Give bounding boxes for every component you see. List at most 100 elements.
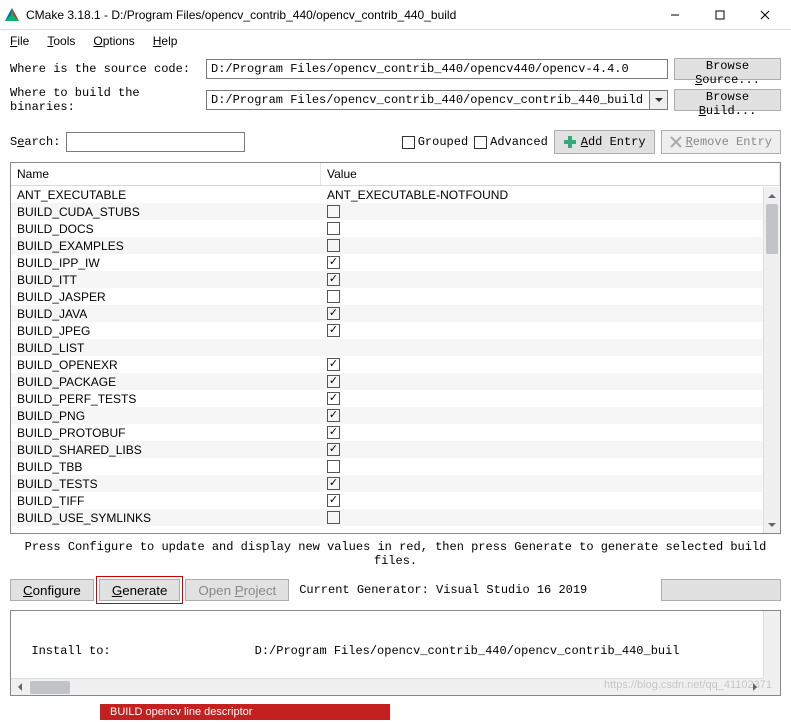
checkbox-icon[interactable] — [327, 426, 340, 439]
checkbox-icon[interactable] — [327, 443, 340, 456]
cell-name: BUILD_SHARED_LIBS — [11, 443, 321, 457]
cell-value[interactable] — [321, 392, 780, 405]
add-entry-button[interactable]: Add Entry — [554, 130, 655, 154]
cell-value[interactable] — [321, 511, 780, 524]
cell-value[interactable] — [321, 358, 780, 371]
maximize-button[interactable] — [697, 1, 742, 29]
cell-value[interactable]: ANT_EXECUTABLE-NOTFOUND — [321, 188, 780, 202]
advanced-label: Advanced — [490, 135, 548, 149]
checkbox-icon[interactable] — [327, 392, 340, 405]
cell-name: BUILD_USE_SYMLINKS — [11, 511, 321, 525]
checkbox-icon[interactable] — [327, 273, 340, 286]
cache-table: Name Value ANT_EXECUTABLEANT_EXECUTABLE-… — [10, 162, 781, 534]
table-row[interactable]: BUILD_TESTS — [11, 475, 780, 492]
menu-tools[interactable]: Tools — [47, 34, 75, 48]
grouped-checkbox[interactable]: Grouped — [402, 135, 468, 149]
checkbox-icon[interactable] — [327, 205, 340, 218]
scroll-thumb[interactable] — [30, 681, 70, 694]
cell-value[interactable] — [321, 307, 780, 320]
cell-value[interactable] — [321, 477, 780, 490]
menu-help[interactable]: Help — [153, 34, 178, 48]
cell-name: BUILD_EXAMPLES — [11, 239, 321, 253]
cell-value[interactable] — [321, 494, 780, 507]
close-button[interactable] — [742, 1, 787, 29]
scroll-up-arrow[interactable] — [764, 187, 780, 204]
checkbox-icon[interactable] — [327, 239, 340, 252]
checkbox-icon[interactable] — [327, 307, 340, 320]
cell-value[interactable] — [321, 222, 780, 235]
scroll-thumb[interactable] — [766, 204, 778, 254]
remove-entry-button[interactable]: Remove Entry — [661, 130, 781, 154]
checkbox-icon[interactable] — [327, 477, 340, 490]
table-row[interactable]: BUILD_PNG — [11, 407, 780, 424]
table-row[interactable]: BUILD_JPEG — [11, 322, 780, 339]
cell-name: BUILD_TESTS — [11, 477, 321, 491]
table-row[interactable]: BUILD_EXAMPLES — [11, 237, 780, 254]
chevron-down-icon — [655, 96, 663, 104]
cell-value[interactable] — [321, 239, 780, 252]
checkbox-icon[interactable] — [327, 511, 340, 524]
table-row[interactable]: BUILD_SHARED_LIBS — [11, 441, 780, 458]
vertical-scrollbar[interactable] — [763, 187, 780, 533]
table-row[interactable]: BUILD_PACKAGE — [11, 373, 780, 390]
search-input[interactable] — [66, 132, 245, 152]
cell-value[interactable] — [321, 256, 780, 269]
table-row[interactable]: BUILD_OPENEXR — [11, 356, 780, 373]
blank-button[interactable] — [661, 579, 781, 601]
bottom-red-item: BUILD opencv line descriptor — [100, 704, 390, 720]
configure-button[interactable]: Configure — [10, 579, 94, 601]
cell-name: BUILD_TBB — [11, 460, 321, 474]
cell-value[interactable] — [321, 409, 780, 422]
table-row[interactable]: BUILD_CUDA_STUBS — [11, 203, 780, 220]
table-row[interactable]: ANT_EXECUTABLEANT_EXECUTABLE-NOTFOUND — [11, 186, 780, 203]
checkbox-icon[interactable] — [327, 290, 340, 303]
browse-source-button[interactable]: Browse Source... — [674, 58, 781, 80]
cell-value[interactable] — [321, 205, 780, 218]
table-row[interactable]: BUILD_IPP_IW — [11, 254, 780, 271]
cell-value[interactable] — [321, 324, 780, 337]
table-row[interactable]: BUILD_USE_SYMLINKS — [11, 509, 780, 526]
checkbox-icon[interactable] — [327, 222, 340, 235]
table-row[interactable]: BUILD_LIST — [11, 339, 780, 356]
table-row[interactable]: BUILD_PROTOBUF — [11, 424, 780, 441]
checkbox-icon[interactable] — [327, 375, 340, 388]
checkbox-icon[interactable] — [327, 494, 340, 507]
cell-value[interactable] — [321, 443, 780, 456]
build-input[interactable] — [206, 90, 650, 110]
generate-button[interactable]: Generate — [99, 579, 181, 601]
checkbox-icon[interactable] — [327, 409, 340, 422]
cell-value[interactable] — [321, 375, 780, 388]
cell-name: BUILD_LIST — [11, 341, 321, 355]
plus-icon — [563, 135, 577, 149]
advanced-checkbox[interactable]: Advanced — [474, 135, 548, 149]
build-dropdown-arrow[interactable] — [650, 90, 668, 110]
table-row[interactable]: BUILD_PERF_TESTS — [11, 390, 780, 407]
table-row[interactable]: BUILD_ITT — [11, 271, 780, 288]
minimize-button[interactable] — [652, 1, 697, 29]
checkbox-icon[interactable] — [327, 358, 340, 371]
table-row[interactable]: BUILD_TIFF — [11, 492, 780, 509]
browse-build-button[interactable]: Browse Build... — [674, 89, 781, 111]
source-input[interactable] — [206, 59, 668, 79]
table-row[interactable]: BUILD_JAVA — [11, 305, 780, 322]
window-controls — [652, 1, 787, 29]
cell-value[interactable] — [321, 290, 780, 303]
scroll-down-arrow[interactable] — [764, 516, 780, 533]
search-label: Search: — [10, 135, 60, 149]
cell-value[interactable] — [321, 273, 780, 286]
checkbox-icon — [474, 136, 487, 149]
open-project-button[interactable]: Open Project — [185, 579, 289, 601]
table-row[interactable]: BUILD_TBB — [11, 458, 780, 475]
column-header-name[interactable]: Name — [11, 163, 321, 185]
cell-name: ANT_EXECUTABLE — [11, 188, 321, 202]
table-row[interactable]: BUILD_JASPER — [11, 288, 780, 305]
checkbox-icon[interactable] — [327, 324, 340, 337]
menu-options[interactable]: Options — [93, 34, 134, 48]
checkbox-icon[interactable] — [327, 460, 340, 473]
table-row[interactable]: BUILD_DOCS — [11, 220, 780, 237]
menu-file[interactable]: File — [10, 34, 29, 48]
cell-value[interactable] — [321, 426, 780, 439]
cell-value[interactable] — [321, 460, 780, 473]
column-header-value[interactable]: Value — [321, 163, 780, 185]
checkbox-icon[interactable] — [327, 256, 340, 269]
